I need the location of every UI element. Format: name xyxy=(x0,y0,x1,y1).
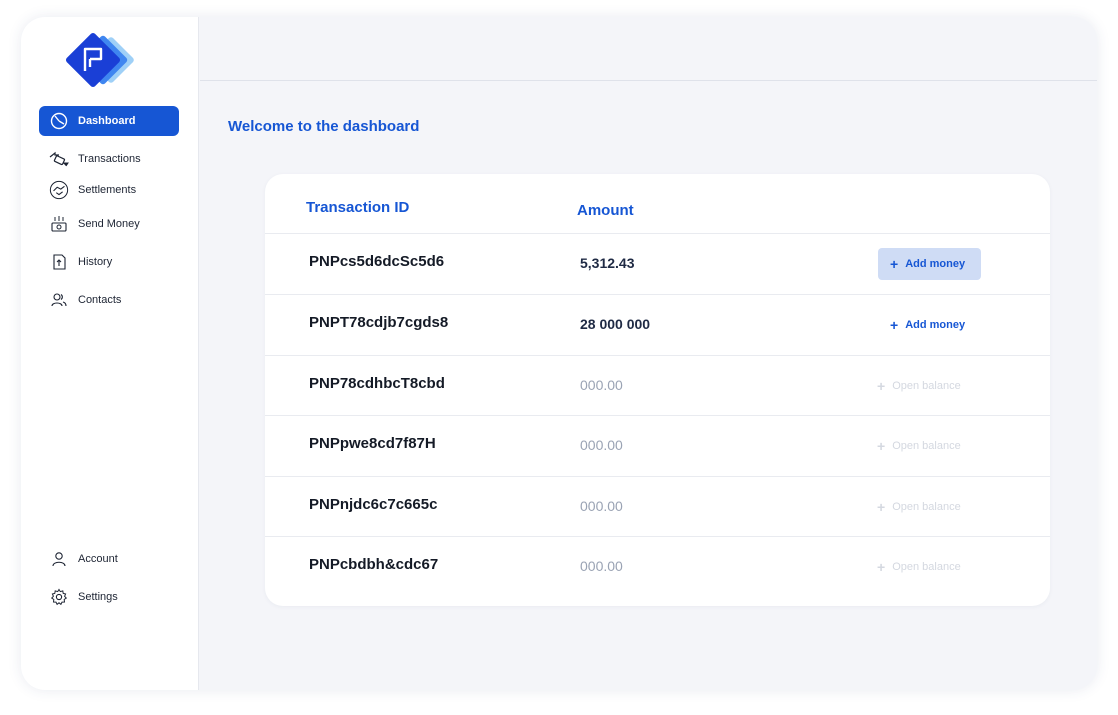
plus-icon: + xyxy=(890,256,899,272)
app-window: Dashboard Transactions Settlements Send … xyxy=(21,17,1097,690)
sidebar-item-label: Transactions xyxy=(78,153,141,165)
transaction-id: PNPcbdbh&cdc67 xyxy=(309,556,439,573)
table-row: PNPT78cdjb7cgds8 28 000 000 + Add money xyxy=(265,294,1050,355)
button-label: Add money xyxy=(905,319,966,331)
transactions-cards-icon xyxy=(49,149,69,169)
open-balance-button[interactable]: + Open balance xyxy=(877,370,961,402)
table-row: PNPcbdbh&cdc67 000.00 + Open balance xyxy=(265,536,1050,597)
plus-icon: + xyxy=(877,378,886,394)
sidebar: Dashboard Transactions Settlements Send … xyxy=(21,17,199,690)
brand-logo-icon[interactable] xyxy=(59,29,149,91)
sidebar-item-label: Dashboard xyxy=(78,115,136,127)
table-row: PNPpwe8cd7f87H 000.00 + Open balance xyxy=(265,415,1050,476)
table-row: PNPnjdc6c7c665c 000.00 + Open balance xyxy=(265,476,1050,537)
transaction-id: PNPcs5d6dcSc5d6 xyxy=(309,253,445,270)
transaction-id: PNPT78cdjb7cgds8 xyxy=(309,314,449,331)
transaction-id: PNP78cdhbcT8cbd xyxy=(309,375,445,392)
plus-icon: + xyxy=(877,559,886,575)
sidebar-item-account[interactable]: Account xyxy=(39,544,179,574)
sidebar-item-send-money[interactable]: Send Money xyxy=(39,209,179,239)
main-content: Welcome to the dashboard Transaction ID … xyxy=(200,17,1097,690)
amount-value: 28 000 000 xyxy=(580,316,651,332)
table-row: PNP78cdhbcT8cbd 000.00 + Open balance xyxy=(265,355,1050,416)
sidebar-item-dashboard[interactable]: Dashboard xyxy=(39,106,179,136)
open-balance-button[interactable]: + Open balance xyxy=(877,491,961,523)
sidebar-item-label: Settlements xyxy=(78,184,137,196)
transaction-id: PNPpwe8cd7f87H xyxy=(309,435,436,452)
sidebar-item-contacts[interactable]: Contacts xyxy=(39,285,179,315)
button-label: Add money xyxy=(905,258,966,270)
table-row: PNPcs5d6dcSc5d6 5,312.43 + Add money xyxy=(265,233,1050,294)
contacts-people-icon xyxy=(49,290,69,310)
button-label: Open balance xyxy=(892,380,961,392)
amount-value: 000.00 xyxy=(580,437,623,453)
sidebar-item-label: Contacts xyxy=(78,294,122,306)
sidebar-item-label: History xyxy=(78,256,113,268)
history-document-icon xyxy=(49,252,69,272)
open-balance-button[interactable]: + Open balance xyxy=(877,551,961,583)
column-header-amount: Amount xyxy=(577,202,634,219)
sidebar-item-label: Settings xyxy=(78,591,118,603)
transactions-table: Transaction ID Amount PNPcs5d6dcSc5d6 5,… xyxy=(265,174,1050,606)
sidebar-item-transactions[interactable]: Transactions xyxy=(39,144,179,174)
send-money-cash-icon xyxy=(49,214,69,234)
plus-icon: + xyxy=(877,499,886,515)
sidebar-item-history[interactable]: History xyxy=(39,247,179,277)
amount-value: 000.00 xyxy=(580,498,623,514)
sidebar-item-label: Account xyxy=(78,553,118,565)
dashboard-gauge-icon xyxy=(49,111,69,131)
amount-value: 000.00 xyxy=(580,558,623,574)
add-money-button[interactable]: + Add money xyxy=(890,309,965,341)
page-title: Welcome to the dashboard xyxy=(228,118,420,135)
sidebar-item-settings[interactable]: Settings xyxy=(39,582,179,612)
button-label: Open balance xyxy=(892,440,961,452)
sidebar-item-settlements[interactable]: Settlements xyxy=(39,175,179,205)
top-bar xyxy=(200,17,1097,81)
plus-icon: + xyxy=(877,438,886,454)
button-label: Open balance xyxy=(892,501,961,513)
handshake-icon xyxy=(49,180,69,200)
amount-value: 000.00 xyxy=(580,377,623,393)
plus-icon: + xyxy=(890,317,899,333)
open-balance-button[interactable]: + Open balance xyxy=(877,430,961,462)
amount-value: 5,312.43 xyxy=(580,255,635,271)
gear-icon xyxy=(49,587,69,607)
user-icon xyxy=(49,549,69,569)
add-money-button[interactable]: + Add money xyxy=(878,248,981,280)
button-label: Open balance xyxy=(892,561,961,573)
transaction-id: PNPnjdc6c7c665c xyxy=(309,496,438,513)
sidebar-item-label: Send Money xyxy=(78,218,140,230)
column-header-transaction-id: Transaction ID xyxy=(306,199,410,216)
